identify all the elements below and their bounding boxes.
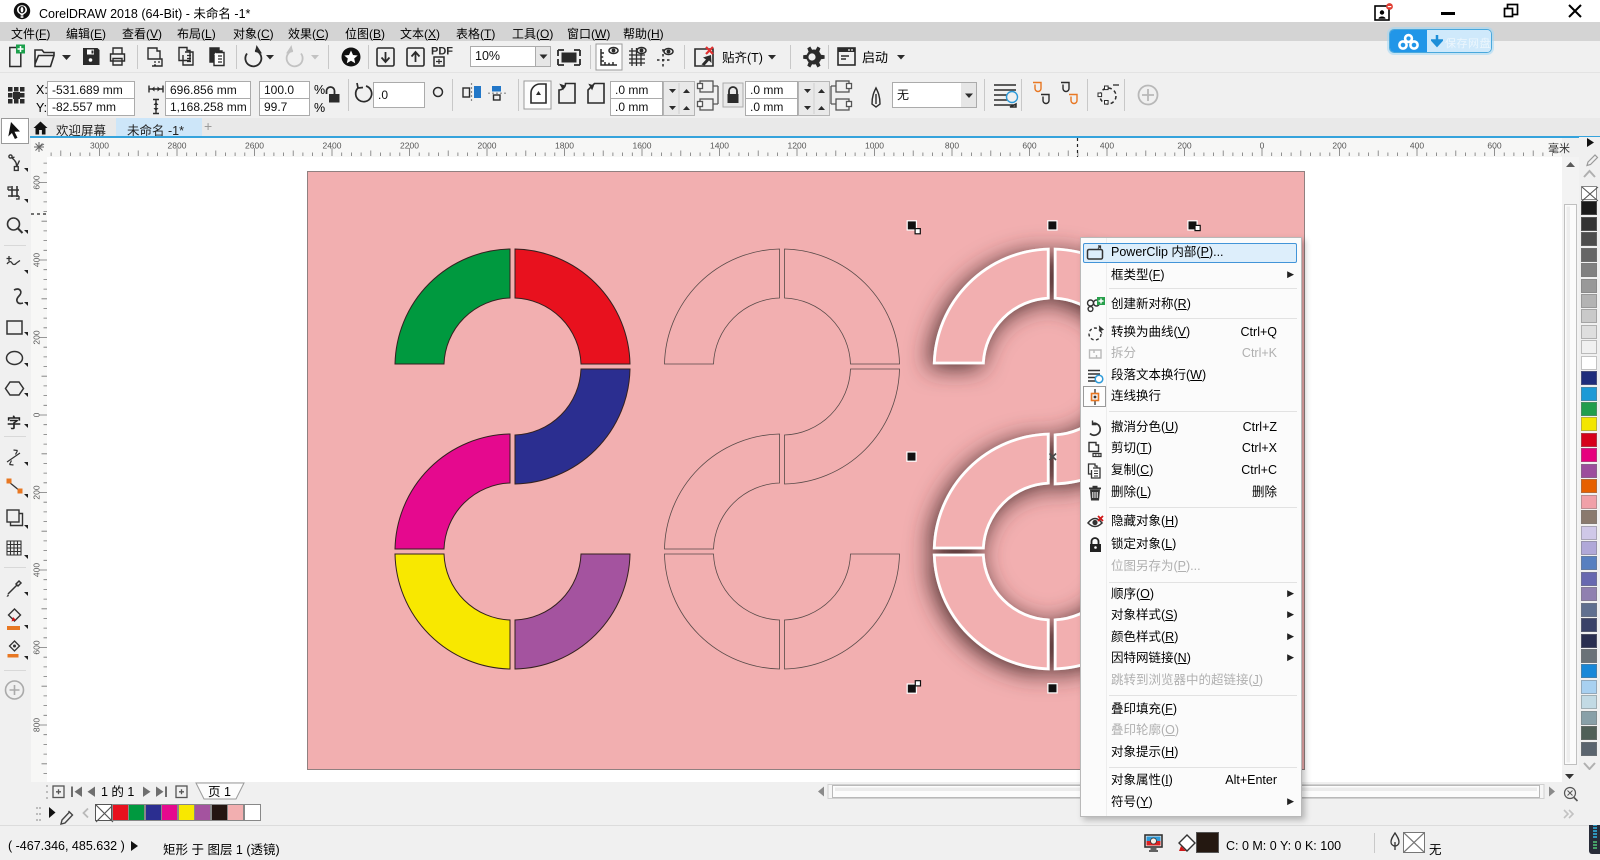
svg-text:1400: 1400: [710, 141, 729, 151]
svg-text:2000: 2000: [478, 141, 497, 151]
svg-text:2600: 2600: [245, 141, 264, 151]
svg-text:600: 600: [1487, 141, 1501, 151]
svg-text:启动: 启动: [862, 50, 888, 65]
svg-text:400: 400: [1100, 141, 1114, 151]
svg-text:1000: 1000: [865, 141, 884, 151]
svg-text:200: 200: [32, 330, 42, 344]
svg-text:800: 800: [945, 141, 959, 151]
svg-text:200: 200: [1332, 141, 1346, 151]
svg-text:600: 600: [32, 175, 42, 189]
svg-text:2400: 2400: [323, 141, 342, 151]
svg-text:1800: 1800: [555, 141, 574, 151]
svg-text:%: %: [314, 83, 325, 97]
svg-text:400: 400: [32, 253, 42, 267]
svg-text:200: 200: [32, 485, 42, 499]
svg-text:3000: 3000: [90, 141, 109, 151]
svg-text:1200: 1200: [788, 141, 807, 151]
svg-text:PDF: PDF: [431, 46, 453, 58]
svg-text:2800: 2800: [168, 141, 187, 151]
svg-text:页 1: 页 1: [208, 785, 231, 799]
svg-text:0: 0: [1260, 141, 1265, 151]
svg-text:1600: 1600: [633, 141, 652, 151]
svg-text:400: 400: [1410, 141, 1424, 151]
svg-text:贴齐(T): 贴齐(T): [722, 50, 763, 65]
svg-text:400: 400: [32, 563, 42, 577]
svg-text:%: %: [314, 101, 325, 115]
svg-text:2200: 2200: [400, 141, 419, 151]
svg-text:200: 200: [1177, 141, 1191, 151]
svg-text:600: 600: [1022, 141, 1036, 151]
svg-text:800: 800: [32, 718, 42, 732]
svg-text:Y:: Y:: [36, 101, 47, 115]
svg-text:1 的 1: 1 的 1: [101, 784, 134, 799]
svg-text:字: 字: [7, 415, 21, 431]
svg-text:600: 600: [32, 640, 42, 654]
svg-text:0: 0: [32, 412, 42, 417]
